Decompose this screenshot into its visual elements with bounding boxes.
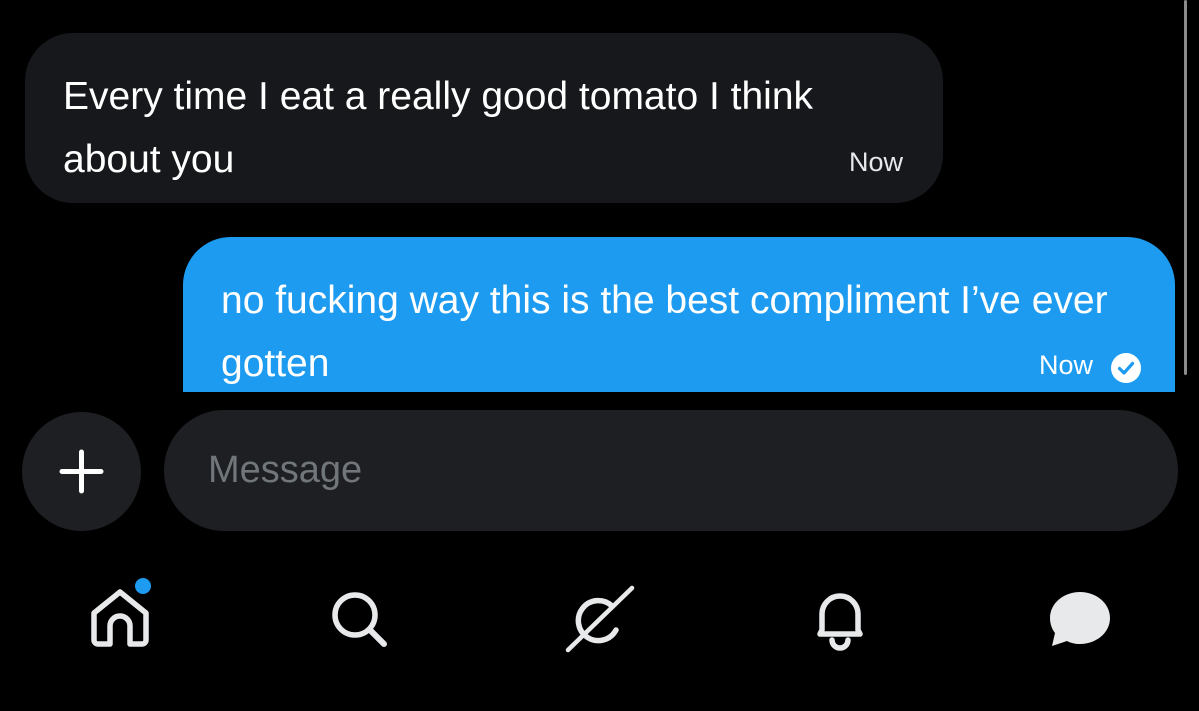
nav-search[interactable] <box>320 580 400 660</box>
nav-notifications[interactable] <box>800 580 880 660</box>
plus-icon <box>59 449 104 494</box>
nav-grok[interactable] <box>560 580 640 660</box>
nav-messages[interactable] <box>1040 580 1120 660</box>
message-timestamp: Now <box>848 147 903 177</box>
add-attachment-button[interactable] <box>22 412 141 531</box>
unread-dot <box>135 578 151 594</box>
message-text: no fucking way this is the best complime… <box>221 279 1108 385</box>
received-message-bubble[interactable]: Every time I eat a really good tomato I … <box>25 33 943 203</box>
message-composer <box>164 410 1178 531</box>
search-icon <box>332 592 387 647</box>
bell-icon <box>817 593 863 651</box>
message-text: Every time I eat a really good tomato I … <box>63 75 814 181</box>
messages-icon <box>1050 592 1110 646</box>
grok-icon <box>565 585 635 653</box>
scroll-indicator[interactable] <box>1184 0 1187 375</box>
sent-message-bubble[interactable]: no fucking way this is the best complime… <box>183 237 1175 392</box>
nav-home[interactable] <box>80 578 160 658</box>
message-input[interactable] <box>208 440 1128 500</box>
message-timestamp: Now <box>1038 350 1093 380</box>
check-circle-icon <box>1111 353 1141 383</box>
